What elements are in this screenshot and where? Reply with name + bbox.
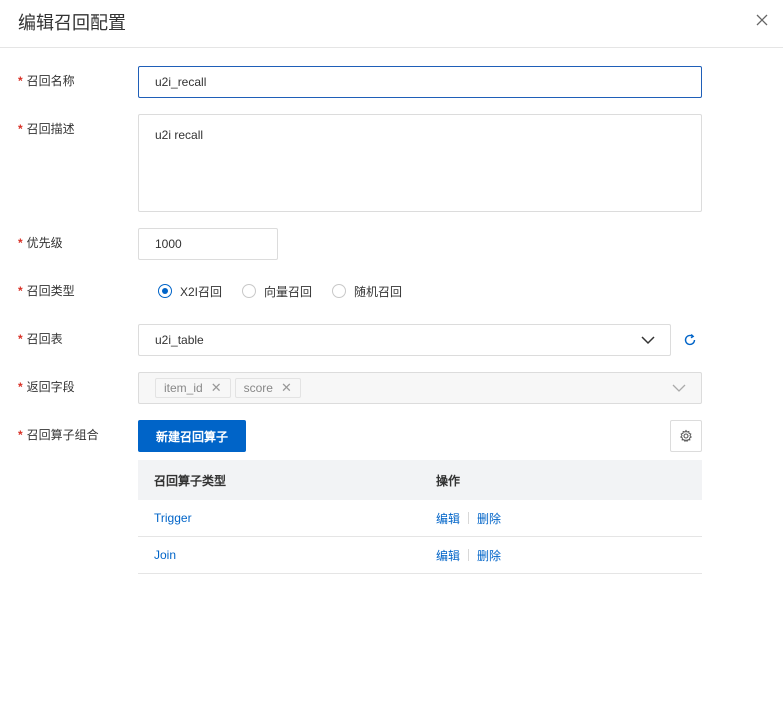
desc-label: * 召回描述	[18, 121, 75, 137]
required-mark: *	[18, 380, 23, 394]
dialog-header: 编辑召回配置	[0, 0, 783, 48]
chevron-down-icon	[641, 336, 655, 345]
required-mark: *	[18, 74, 23, 88]
name-label: * 召回名称	[18, 73, 75, 89]
desc-label-text: 召回描述	[26, 122, 75, 136]
operators-table: 召回算子类型 操作 Trigger 编辑 删除 Join 编辑 删除	[138, 460, 702, 574]
priority-input[interactable]: 1000	[138, 228, 278, 260]
table-header: 召回算子类型 操作	[138, 460, 702, 500]
tag-close-icon[interactable]: ✕	[281, 380, 292, 396]
field-tag-label: score	[243, 381, 273, 395]
header-type: 召回算子类型	[154, 473, 227, 488]
radio-x2i-label: X2I召回	[180, 284, 223, 299]
delete-link[interactable]: 删除	[477, 510, 501, 527]
radio-unchecked-icon	[332, 284, 347, 298]
divider	[468, 512, 470, 524]
type-label: * 召回类型	[18, 283, 75, 299]
divider	[468, 549, 470, 561]
table-select-value: u2i_table	[155, 333, 204, 347]
dialog-title: 编辑召回配置	[18, 13, 126, 33]
name-input-value: u2i_recall	[155, 75, 207, 89]
priority-label: * 优先级	[18, 235, 63, 251]
chevron-down-icon	[672, 384, 686, 392]
delete-link[interactable]: 删除	[477, 547, 501, 564]
desc-textarea[interactable]: u2i recall	[138, 114, 702, 212]
radio-random-label: 随机召回	[354, 284, 403, 299]
name-label-text: 召回名称	[26, 74, 75, 88]
settings-button[interactable]	[670, 420, 702, 452]
operators-label-text: 召回算子组合	[26, 428, 99, 442]
table-select[interactable]: u2i_table	[138, 324, 671, 356]
radio-x2i[interactable]: X2I召回	[158, 283, 222, 300]
required-mark: *	[18, 428, 23, 442]
type-radio-group: X2I召回 向量召回 随机召回	[158, 283, 422, 299]
required-mark: *	[18, 332, 23, 346]
table-label-text: 召回表	[26, 332, 63, 346]
operators-label: * 召回算子组合	[18, 427, 99, 443]
field-tag: score ✕	[234, 378, 301, 398]
fields-label: * 返回字段	[18, 379, 75, 395]
priority-label-text: 优先级	[26, 236, 63, 250]
radio-checked-icon	[158, 284, 172, 298]
type-label-text: 召回类型	[26, 284, 75, 298]
field-tag-label: item_id	[164, 381, 203, 395]
new-operator-button[interactable]: 新建召回算子	[138, 420, 246, 452]
table-label: * 召回表	[18, 331, 63, 347]
refresh-icon[interactable]	[683, 333, 697, 347]
radio-random[interactable]: 随机召回	[332, 283, 402, 300]
priority-input-value: 1000	[155, 237, 182, 251]
table-row: Trigger 编辑 删除	[138, 500, 702, 537]
radio-vector[interactable]: 向量召回	[242, 283, 312, 300]
operator-type-link[interactable]: Join	[138, 548, 420, 562]
edit-link[interactable]: 编辑	[436, 510, 460, 527]
header-actions: 操作	[436, 473, 461, 488]
name-input[interactable]: u2i_recall	[138, 66, 702, 98]
operator-type-link[interactable]: Trigger	[138, 511, 420, 525]
table-row: Join 编辑 删除	[138, 537, 702, 574]
edit-link[interactable]: 编辑	[436, 547, 460, 564]
fields-multiselect[interactable]: item_id ✕ score ✕	[138, 372, 702, 404]
close-icon[interactable]	[752, 10, 772, 30]
tag-close-icon[interactable]: ✕	[211, 380, 222, 396]
required-mark: *	[18, 236, 23, 250]
radio-vector-label: 向量召回	[264, 284, 313, 299]
required-mark: *	[18, 284, 23, 298]
required-mark: *	[18, 122, 23, 136]
fields-label-text: 返回字段	[26, 380, 75, 394]
radio-unchecked-icon	[242, 284, 257, 298]
desc-textarea-value: u2i recall	[155, 128, 204, 142]
field-tag: item_id ✕	[155, 378, 231, 398]
gear-icon	[680, 429, 692, 443]
